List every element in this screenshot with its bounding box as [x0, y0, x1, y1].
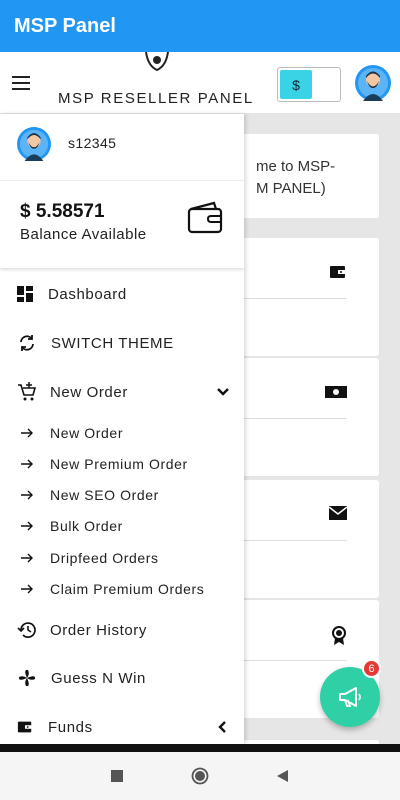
arrow-right-icon	[21, 459, 33, 469]
wallet-icon	[187, 201, 223, 234]
menu-label-dashboard: Dashboard	[48, 285, 127, 303]
notification-badge: 6	[362, 659, 381, 678]
menu-group-new-order[interactable]: New Order	[0, 372, 244, 412]
arrow-right-icon	[21, 521, 33, 531]
menu-item-order-history[interactable]: Order History	[0, 610, 244, 650]
currency-symbol: $	[280, 70, 312, 99]
submenu-item-new-seo-order[interactable]: New SEO Order	[0, 481, 244, 509]
submenu-item-claim-premium-orders[interactable]: Claim Premium Orders	[0, 575, 244, 603]
menu-item-dashboard[interactable]: Dashboard	[0, 274, 244, 314]
submenu-label: Dripfeed Orders	[50, 550, 159, 566]
submenu-item-dripfeed-orders[interactable]: Dripfeed Orders	[0, 544, 244, 572]
stat-card-funds[interactable]	[236, 238, 379, 356]
arrow-right-icon	[21, 490, 33, 500]
menu-item-switch-theme[interactable]: SWITCH THEME	[0, 323, 244, 363]
submenu-label: Bulk Order	[50, 518, 123, 534]
menu-icon[interactable]	[12, 76, 30, 90]
username: s12345	[68, 135, 117, 151]
stat-card-messages[interactable]	[236, 480, 379, 598]
welcome-card: me to MSP- M PANEL)	[236, 134, 379, 218]
balance-panel: $ 5.58571 Balance Available	[0, 180, 244, 268]
recents-button[interactable]	[109, 768, 125, 784]
screen-bottom-edge	[0, 744, 400, 752]
home-button[interactable]	[191, 767, 209, 785]
wallet-small-icon	[17, 721, 33, 733]
submenu-label: Claim Premium Orders	[50, 581, 205, 597]
arrow-right-icon	[21, 584, 33, 594]
cart-add-icon	[18, 382, 37, 401]
wallet-small-icon	[330, 266, 346, 278]
submenu-item-new-premium-order[interactable]: New Premium Order	[0, 450, 244, 478]
balance-amount: $ 5.58571	[20, 201, 105, 222]
sync-icon	[20, 335, 34, 351]
money-icon	[325, 386, 347, 398]
currency-toggle[interactable]: $	[277, 67, 341, 102]
chevron-down-icon	[217, 388, 229, 396]
menu-item-funds[interactable]: Funds	[0, 707, 244, 744]
dashboard-icon	[17, 286, 33, 302]
app-bar: MSP Panel	[0, 0, 400, 52]
brand-title: MSP RESELLER PANEL	[58, 90, 254, 107]
arrow-right-icon	[21, 428, 33, 438]
menu-label-order-history: Order History	[50, 621, 147, 639]
chevron-left-icon	[218, 721, 226, 733]
pinwheel-icon	[18, 669, 36, 687]
megaphone-icon	[339, 687, 361, 707]
submenu-label: New Order	[50, 425, 124, 441]
profile-header[interactable]: s12345	[0, 114, 244, 180]
welcome-line-1: me to MSP-	[256, 158, 336, 175]
stat-card-spent[interactable]	[236, 358, 379, 476]
menu-label-new-order: New Order	[50, 383, 128, 401]
mail-icon	[329, 506, 347, 520]
menu-label-funds: Funds	[48, 718, 93, 736]
balance-label: Balance Available	[20, 226, 147, 243]
history-icon	[17, 622, 36, 638]
menu-label-guess-n-win: Guess N Win	[51, 669, 146, 687]
navigation-drawer: s12345 $ 5.58571 Balance Available Dashb…	[0, 114, 244, 744]
submenu-item-bulk-order[interactable]: Bulk Order	[0, 512, 244, 540]
arrow-right-icon	[21, 553, 33, 563]
welcome-line-2: M PANEL)	[256, 180, 326, 197]
user-avatar	[17, 127, 51, 161]
header-avatar[interactable]	[355, 65, 391, 101]
submenu-label: New Premium Order	[50, 456, 188, 472]
menu-item-guess-n-win[interactable]: Guess N Win	[0, 658, 244, 698]
submenu-label: New SEO Order	[50, 487, 159, 503]
award-icon	[332, 626, 346, 645]
app-title: MSP Panel	[14, 14, 116, 37]
top-bar: MSP RESELLER PANEL $	[0, 52, 400, 114]
menu-label-switch-theme: SWITCH THEME	[51, 334, 174, 352]
brand-logo	[145, 52, 169, 72]
back-button[interactable]	[274, 768, 290, 784]
submenu-item-new-order[interactable]: New Order	[0, 419, 244, 447]
system-nav-bar	[0, 752, 400, 800]
